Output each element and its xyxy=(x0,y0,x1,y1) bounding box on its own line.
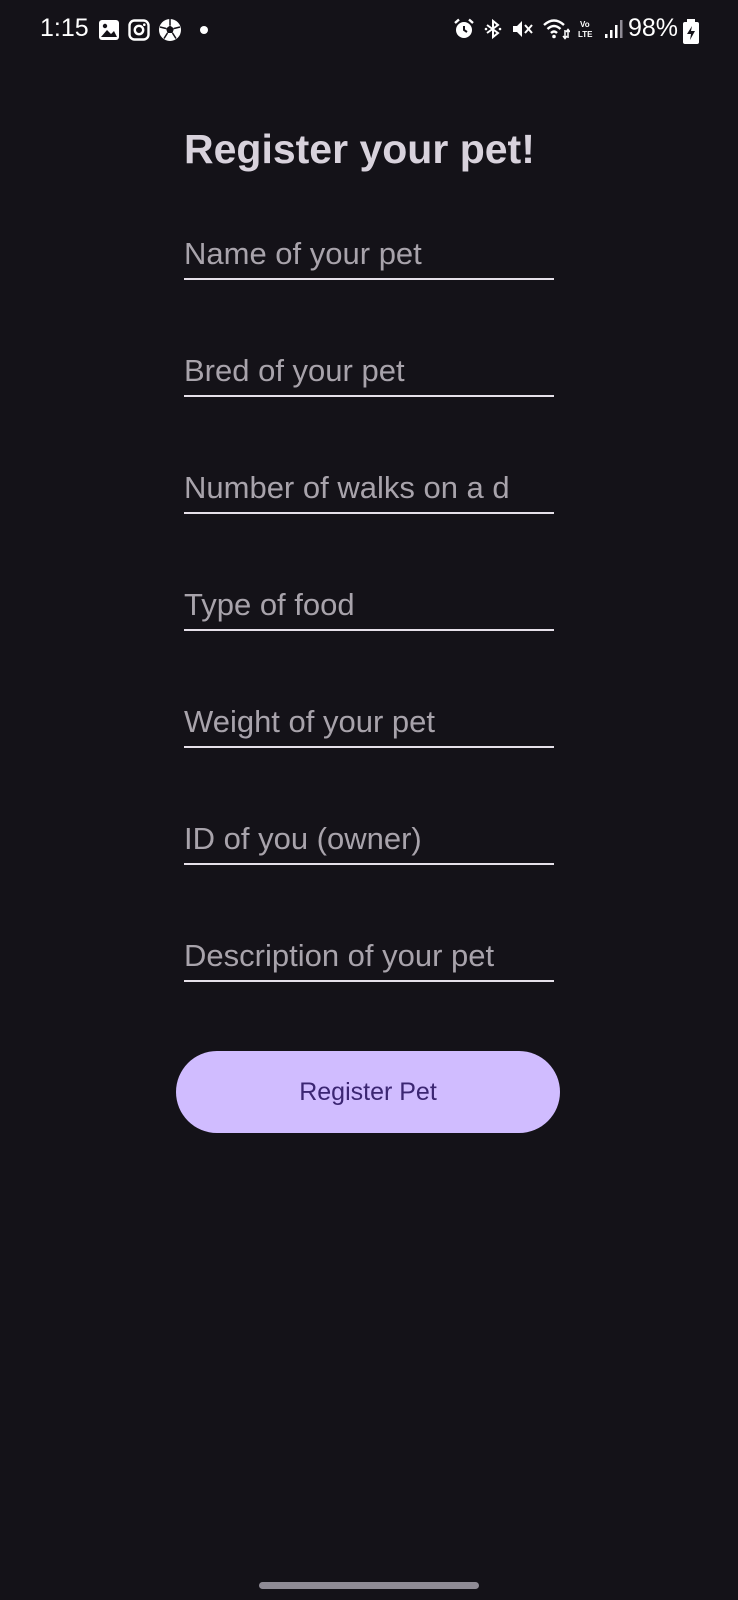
svg-text:LTE: LTE xyxy=(578,30,593,39)
pet-breed-input[interactable] xyxy=(184,349,554,393)
status-time: 1:15 xyxy=(40,14,89,42)
food-type-input[interactable] xyxy=(184,583,554,627)
owner-id-field[interactable] xyxy=(184,817,554,865)
pet-weight-field[interactable] xyxy=(184,700,554,748)
wifi-icon xyxy=(542,18,570,40)
soccer-ball-icon xyxy=(158,18,182,42)
owner-id-input[interactable] xyxy=(184,817,554,861)
pet-name-field[interactable] xyxy=(184,232,554,280)
battery-percentage: 98% xyxy=(627,14,678,42)
register-pet-button[interactable]: Register Pet xyxy=(176,1051,560,1133)
gallery-icon xyxy=(98,19,120,41)
dot-icon xyxy=(190,19,212,41)
pet-breed-field[interactable] xyxy=(184,349,554,397)
pet-name-input[interactable] xyxy=(184,232,554,276)
svg-text:Vo: Vo xyxy=(580,20,590,29)
page-title: Register your pet! xyxy=(184,126,535,172)
home-indicator[interactable] xyxy=(259,1582,479,1589)
volte-icon: Vo LTE xyxy=(577,18,597,40)
food-type-field[interactable] xyxy=(184,583,554,631)
mute-icon xyxy=(511,18,535,40)
pet-description-field[interactable] xyxy=(184,934,554,982)
alarm-icon xyxy=(453,18,475,40)
bluetooth-icon xyxy=(482,18,504,40)
pet-weight-input[interactable] xyxy=(184,700,554,744)
notification-icons xyxy=(98,18,212,42)
battery-charging-icon xyxy=(682,19,700,50)
pet-description-input[interactable] xyxy=(184,934,554,978)
walks-per-day-field[interactable] xyxy=(184,466,554,514)
instagram-icon xyxy=(128,19,150,41)
signal-icon xyxy=(604,18,624,40)
status-bar: 1:15 Vo LTE 98% xyxy=(0,0,738,62)
system-icons: Vo LTE xyxy=(453,18,624,40)
walks-per-day-input[interactable] xyxy=(184,466,554,510)
